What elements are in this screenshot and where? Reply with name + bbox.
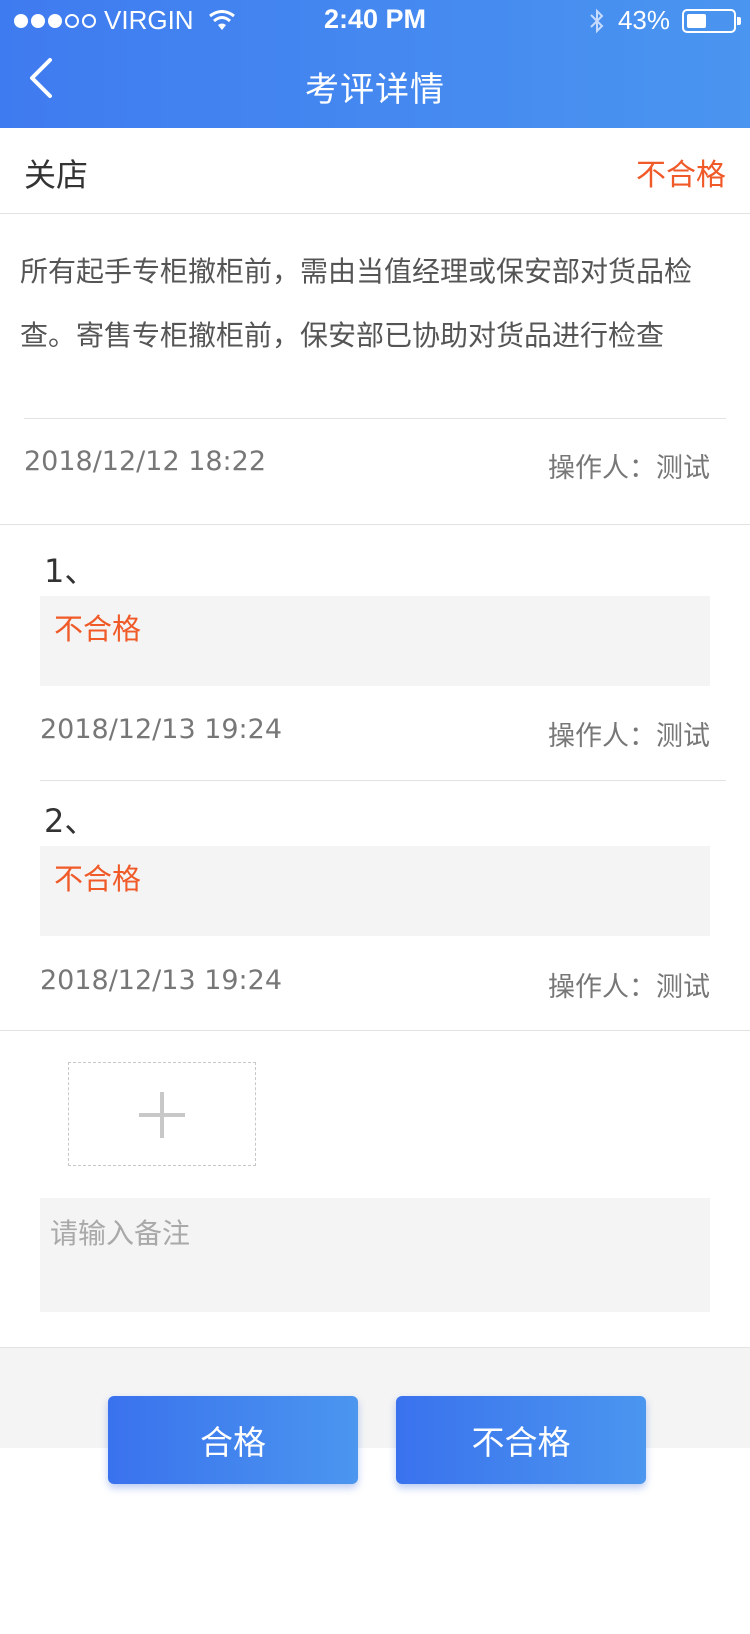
evaluation-description: 所有起手专柜撤柜前，需由当值经理或保安部对货品检查。寄售专柜撤柜前，保安部已协助…	[20, 255, 693, 352]
record-result: 不合格	[54, 612, 142, 646]
record-operator: 操作人：测试	[548, 721, 710, 752]
record-result: 不合格	[54, 862, 142, 896]
divider	[24, 418, 726, 419]
evaluation-time: 2018/12/12 18:22	[24, 446, 267, 477]
store-row: 关店 不合格	[0, 128, 750, 214]
add-photo-button[interactable]	[68, 1062, 256, 1166]
pass-button[interactable]: 合格	[108, 1396, 358, 1484]
store-name: 关店	[24, 156, 89, 194]
divider	[0, 524, 750, 525]
divider	[40, 780, 726, 781]
bluetooth-icon	[590, 8, 604, 33]
store-status-badge: 不合格	[636, 158, 726, 193]
record-operator: 操作人：测试	[548, 972, 710, 1003]
battery-icon	[682, 8, 741, 33]
status-bar: VIRGIN 2:40 PM 43%	[0, 0, 750, 40]
record-time: 2018/12/13 19:24	[40, 965, 283, 996]
battery-percent: 43%	[617, 5, 670, 35]
record-index: 1、	[44, 552, 97, 590]
record-result-box: 不合格	[40, 596, 710, 686]
divider	[0, 1030, 750, 1031]
battery-level	[687, 13, 706, 28]
plus-icon	[160, 1092, 164, 1138]
record-index: 2、	[44, 802, 97, 840]
evaluation-operator: 操作人：测试	[548, 453, 710, 484]
status-right: 43%	[588, 5, 741, 36]
fail-button[interactable]: 不合格	[396, 1396, 646, 1484]
page-title: 考评详情	[305, 70, 445, 110]
record-result-box: 不合格	[40, 846, 710, 936]
note-input[interactable]	[40, 1198, 710, 1312]
record-time: 2018/12/13 19:24	[40, 714, 283, 745]
app-header: VIRGIN 2:40 PM 43% 考评详情	[0, 0, 750, 128]
